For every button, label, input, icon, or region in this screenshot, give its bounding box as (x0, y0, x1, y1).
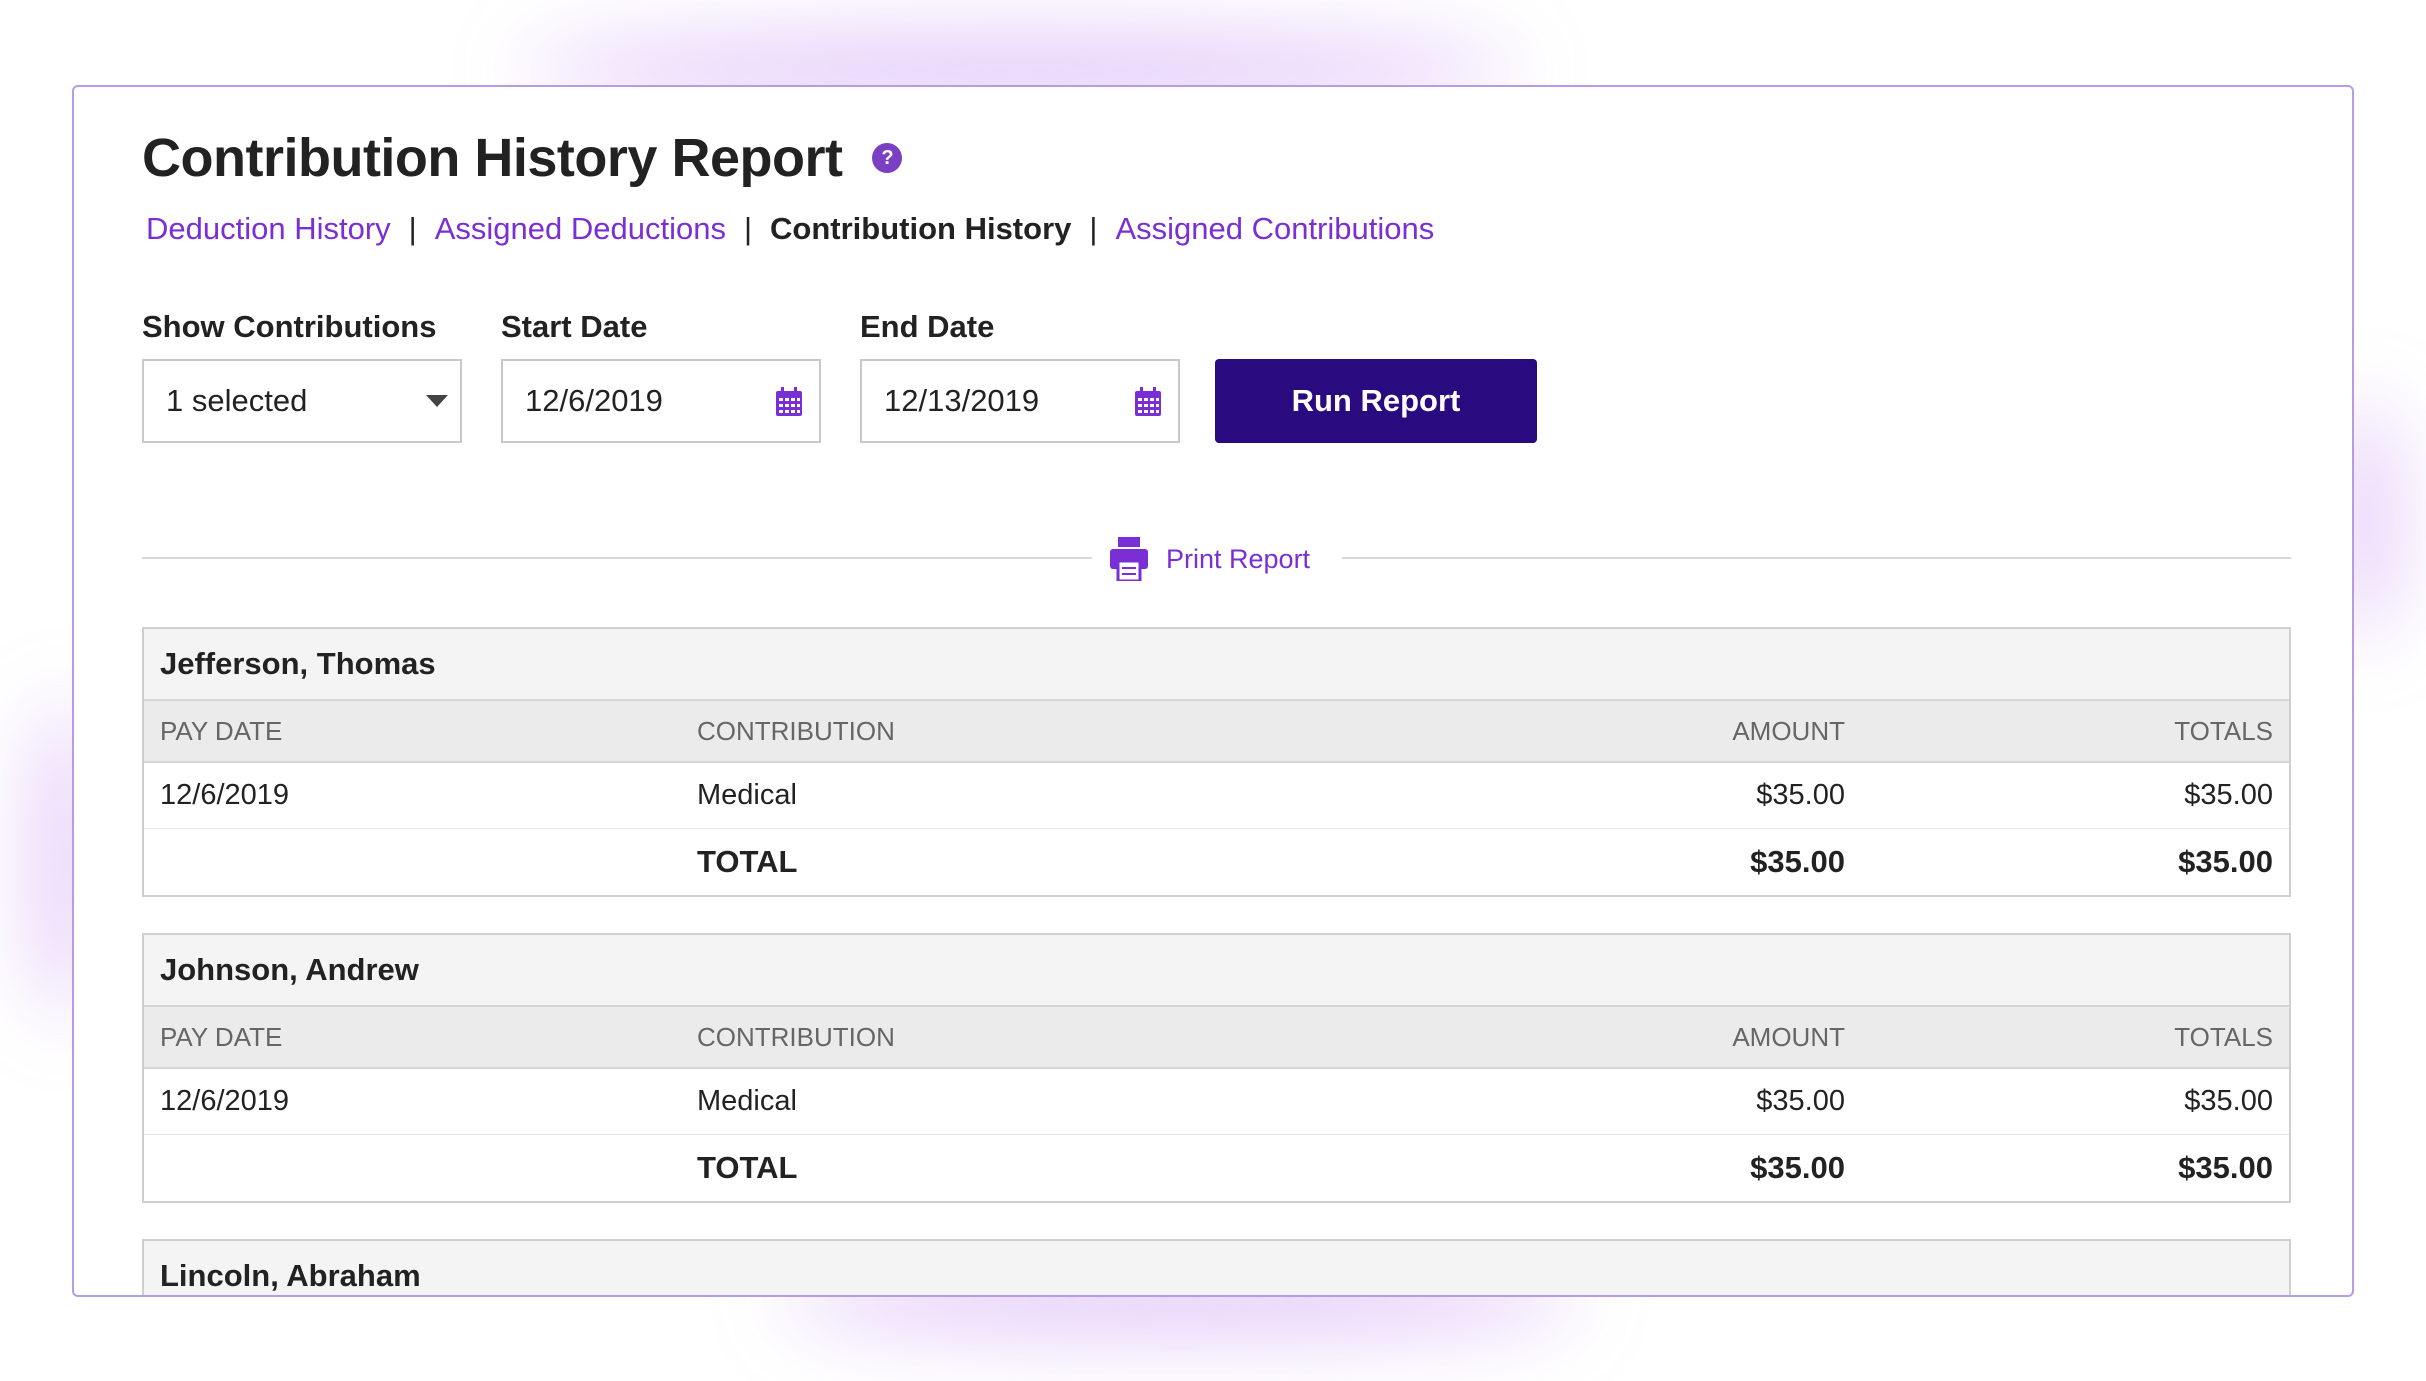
table-header-row: PAY DATE CONTRIBUTION AMOUNT TOTALS (144, 701, 2289, 763)
title-row: Contribution History Report ? (142, 127, 903, 189)
calendar-icon[interactable] (775, 387, 803, 417)
subnav-deduction-history[interactable]: Deduction History (146, 211, 391, 247)
totals-cell: $35.00 (2184, 1085, 2273, 1117)
subnav-contribution-history: Contribution History (770, 211, 1072, 246)
totals-cell: $35.00 (2184, 779, 2273, 811)
employee-name: Johnson, Andrew (144, 935, 2289, 1007)
column-header-amount: AMOUNT (1732, 1021, 1845, 1052)
column-header-totals: TOTALS (2174, 1021, 2273, 1052)
show-contributions-value: 1 selected (166, 383, 308, 418)
report-card: Contribution History Report ? Deduction … (72, 85, 2354, 1297)
start-date-value: 12/6/2019 (525, 383, 663, 418)
amount-cell: $35.00 (1756, 779, 1845, 811)
show-contributions-label: Show Contributions (142, 309, 437, 344)
run-report-button[interactable]: Run Report (1215, 359, 1537, 443)
subnav-separator: | (408, 211, 417, 246)
question-circle-icon[interactable]: ? (872, 143, 903, 173)
print-report-link[interactable]: Print Report (1110, 537, 1310, 581)
total-totals: $35.00 (2178, 1150, 2273, 1185)
column-header-pay-date: PAY DATE (160, 715, 283, 746)
subnav-separator: | (743, 211, 753, 246)
total-label: TOTAL (697, 1150, 798, 1185)
contribution-cell: Medical (697, 1085, 797, 1117)
start-date-input[interactable]: 12/6/2019 (501, 359, 821, 443)
column-header-totals: TOTALS (2174, 715, 2273, 746)
table-header-row: PAY DATE CONTRIBUTION AMOUNT TOTALS (144, 1007, 2289, 1069)
amount-cell: $35.00 (1756, 1085, 1845, 1117)
table-row: 12/6/2019 Medical $35.00 $35.00 (144, 763, 2289, 829)
employee-section: Johnson, Andrew PAY DATE CONTRIBUTION AM… (142, 933, 2291, 1203)
table-row: 12/6/2019 Medical $35.00 $35.00 (144, 1069, 2289, 1135)
column-header-contribution: CONTRIBUTION (697, 715, 895, 746)
page-title: Contribution History Report (142, 128, 843, 188)
divider-right (1342, 557, 2291, 559)
show-contributions-select[interactable]: 1 selected (142, 359, 462, 443)
contribution-cell: Medical (697, 779, 797, 811)
end-date-label: End Date (860, 309, 995, 344)
column-header-contribution: CONTRIBUTION (697, 1021, 895, 1052)
end-date-input[interactable]: 12/13/2019 (860, 359, 1180, 443)
print-report-label: Print Report (1166, 543, 1311, 574)
pay-date-cell: 12/6/2019 (160, 779, 290, 811)
total-totals: $35.00 (2178, 844, 2273, 879)
total-row: TOTAL $35.00 $35.00 (144, 829, 2289, 895)
start-date-label: Start Date (501, 309, 648, 344)
total-row: TOTAL $35.00 $35.00 (144, 1135, 2289, 1201)
subnav-separator: | (1089, 211, 1098, 246)
total-label: TOTAL (697, 844, 798, 879)
column-header-amount: AMOUNT (1732, 715, 1845, 746)
subnav-assigned-deductions[interactable]: Assigned Deductions (435, 211, 726, 247)
chevron-down-icon (426, 395, 448, 407)
calendar-icon[interactable] (1134, 387, 1162, 417)
employee-name: Lincoln, Abraham (144, 1241, 2289, 1295)
column-header-pay-date: PAY DATE (160, 1021, 283, 1052)
end-date-value: 12/13/2019 (884, 383, 1040, 418)
employee-name: Jefferson, Thomas (144, 629, 2289, 701)
employee-section: Lincoln, Abraham (142, 1239, 2291, 1295)
total-amount: $35.00 (1750, 1150, 1845, 1185)
printer-icon (1110, 537, 1148, 581)
total-amount: $35.00 (1750, 844, 1845, 879)
report-subnav: Deduction History | Assigned Deductions … (146, 211, 1434, 247)
employee-section: Jefferson, Thomas PAY DATE CONTRIBUTION … (142, 627, 2291, 897)
divider-left (142, 557, 1092, 559)
subnav-assigned-contributions[interactable]: Assigned Contributions (1115, 211, 1434, 247)
pay-date-cell: 12/6/2019 (160, 1085, 290, 1117)
